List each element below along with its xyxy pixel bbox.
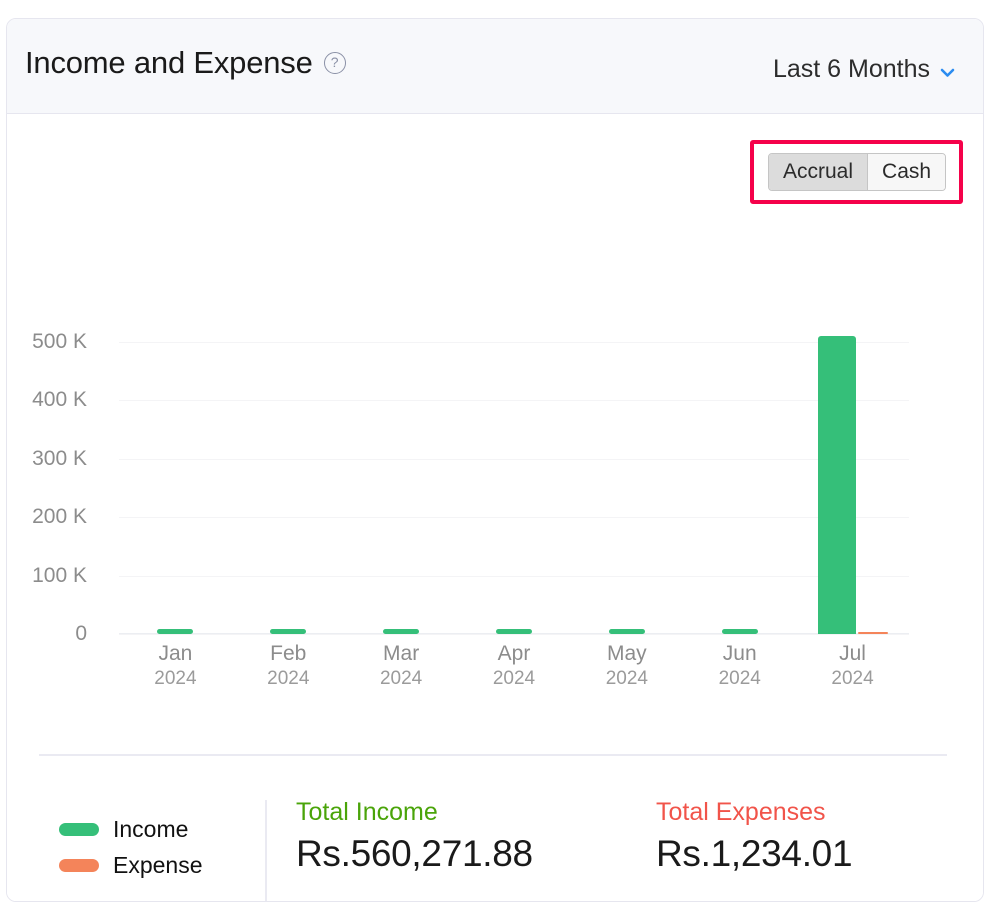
y-axis-tick-label: 300 K (6, 447, 87, 471)
legend-swatch-income (59, 823, 99, 836)
y-axis-tick-label: 500 K (6, 330, 87, 354)
chart-bar-income[interactable] (270, 629, 306, 634)
chart-bar-group[interactable] (345, 342, 458, 634)
summary-vertical-divider (265, 800, 267, 902)
income-expense-widget: Income and Expense ? Last 6 Months Accru… (6, 18, 984, 902)
x-axis-tick-label: Feb2024 (232, 641, 345, 691)
period-selector[interactable]: Last 6 Months (773, 55, 956, 84)
legend-item-income: Income (59, 811, 203, 847)
summary-row: Income Expense Total Income Rs.560,271.8… (7, 790, 984, 900)
x-axis-tick-label: May2024 (570, 641, 683, 691)
y-axis-tick-label: 100 K (6, 564, 87, 588)
x-axis-tick-label: Apr2024 (458, 641, 571, 691)
page-title: Income and Expense (25, 45, 313, 81)
chart-bar-group[interactable] (683, 342, 796, 634)
chart-bar-group[interactable] (119, 342, 232, 634)
x-axis-tick-label: Jun2024 (683, 641, 796, 691)
total-income-value: Rs.560,271.88 (296, 833, 533, 875)
income-expense-chart: 0 100 K 200 K 300 K 400 K 500 K Jan2024Feb202… (7, 114, 984, 714)
chart-bar-group[interactable] (458, 342, 571, 634)
chart-legend: Income Expense (59, 811, 203, 883)
x-axis-tick-label: Jul2024 (796, 641, 909, 691)
period-selector-label: Last 6 Months (773, 55, 930, 84)
question-mark-circle-icon[interactable]: ? (324, 52, 346, 74)
total-income-caption: Total Income (296, 798, 533, 827)
chart-gridline (119, 634, 909, 635)
chart-bar-group[interactable] (796, 342, 909, 634)
chart-bar-income[interactable] (496, 629, 532, 634)
total-expenses-block: Total Expenses Rs.1,234.01 (656, 798, 852, 875)
section-divider (39, 754, 947, 756)
legend-swatch-expense (59, 859, 99, 872)
y-axis-tick-label: 0 (6, 622, 87, 646)
chart-bar-income[interactable] (609, 629, 645, 634)
chart-bar-group[interactable] (570, 342, 683, 634)
chart-bar-income[interactable] (722, 629, 758, 634)
total-expenses-caption: Total Expenses (656, 798, 852, 827)
chart-bar-income[interactable] (818, 336, 856, 634)
chart-bar-expense[interactable] (858, 632, 888, 634)
chevron-down-icon (939, 64, 956, 81)
legend-item-expense: Expense (59, 847, 203, 883)
chart-bar-group[interactable] (232, 342, 345, 634)
chart-bar-income[interactable] (383, 629, 419, 634)
y-axis-tick-label: 400 K (6, 388, 87, 412)
legend-label-income: Income (113, 816, 188, 843)
x-axis-tick-label: Mar2024 (345, 641, 458, 691)
header-title-group: Income and Expense ? (25, 45, 346, 81)
legend-label-expense: Expense (113, 852, 203, 879)
x-axis-tick-label: Jan2024 (119, 641, 232, 691)
chart-bar-income[interactable] (157, 629, 193, 634)
total-expenses-value: Rs.1,234.01 (656, 833, 852, 875)
card-body: Accrual Cash 0100 K200 K300 K400 K500 K … (7, 114, 983, 901)
card-header: Income and Expense ? Last 6 Months (7, 19, 983, 114)
total-income-block: Total Income Rs.560,271.88 (296, 798, 533, 875)
chart-bars-layer (119, 342, 909, 634)
y-axis-tick-label: 200 K (6, 505, 87, 529)
